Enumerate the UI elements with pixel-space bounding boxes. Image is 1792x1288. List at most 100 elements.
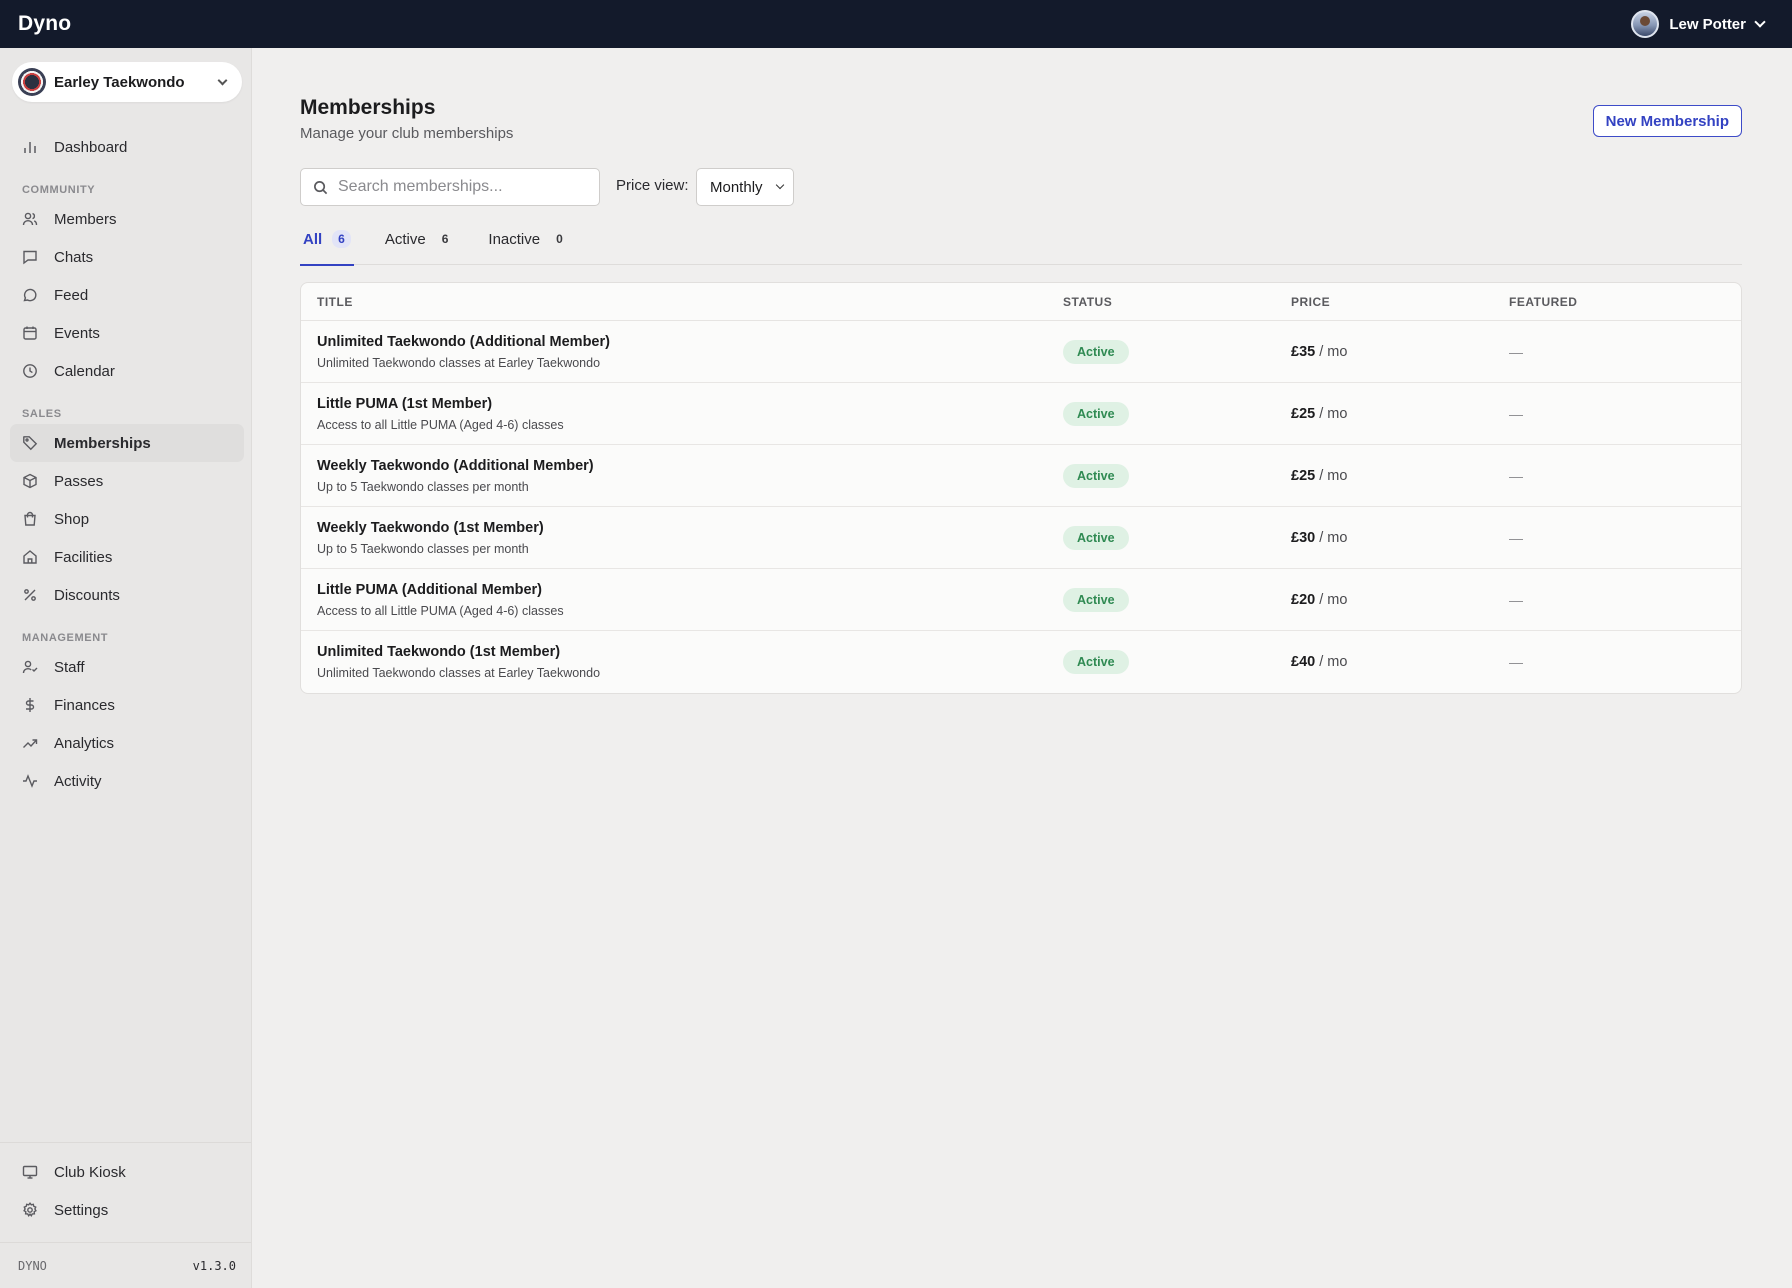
- trending-up-icon: [22, 735, 38, 751]
- percent-icon: [22, 587, 38, 603]
- column-header-title[interactable]: TITLE: [301, 295, 1063, 309]
- status-badge: Active: [1063, 339, 1129, 364]
- tab-count: 0: [556, 232, 563, 246]
- sidebar-item-feed[interactable]: Feed: [10, 276, 244, 314]
- membership-price: £20 / mo: [1291, 592, 1509, 608]
- club-logo: [18, 68, 46, 96]
- membership-description: Unlimited Taekwondo classes at Earley Ta…: [317, 355, 601, 370]
- user-menu[interactable]: Lew Potter: [1631, 10, 1774, 38]
- section-heading: COMMUNITY: [22, 184, 96, 196]
- featured-value: —: [1509, 405, 1523, 422]
- sidebar-item-club-kiosk[interactable]: Club Kiosk: [10, 1153, 244, 1191]
- sidebar-item-staff[interactable]: Staff: [10, 648, 244, 686]
- sidebar-item-passes[interactable]: Passes: [10, 462, 244, 500]
- tab-all[interactable]: All 6: [300, 230, 354, 266]
- sidebar-item-calendar[interactable]: Calendar: [10, 352, 244, 390]
- section-heading: SALES: [22, 408, 62, 420]
- user-name: Lew Potter: [1669, 15, 1746, 33]
- bar-chart-icon: [22, 139, 38, 155]
- activity-icon: [22, 773, 38, 789]
- membership-description: Access to all Little PUMA (Aged 4-6) cla…: [317, 417, 564, 432]
- price-period: / mo: [1315, 529, 1348, 546]
- sidebar-item-label: Chats: [54, 248, 94, 266]
- membership-description: Unlimited Taekwondo classes at Earley Ta…: [317, 666, 601, 680]
- tab-count: 6: [332, 230, 351, 248]
- sidebar-item-label: Shop: [54, 510, 90, 528]
- sidebar-item-label: Activity: [54, 772, 102, 790]
- column-header-status[interactable]: STATUS: [1063, 295, 1291, 309]
- sidebar-item-settings[interactable]: Settings: [10, 1191, 244, 1229]
- calendar-icon: [22, 325, 38, 341]
- price-amount: £35: [1291, 343, 1316, 360]
- sidebar-item-label: Settings: [54, 1201, 109, 1219]
- membership-title: Little PUMA (1st Member): [317, 395, 493, 412]
- search-box[interactable]: [300, 168, 600, 206]
- search-input[interactable]: [338, 178, 578, 196]
- club-switcher[interactable]: Earley Taekwondo: [12, 62, 242, 102]
- status-badge: Active: [1063, 401, 1129, 426]
- table-row[interactable]: Little PUMA (1st Member) Access to all Li…: [301, 383, 1741, 445]
- sidebar-item-finances[interactable]: Finances: [10, 686, 244, 724]
- membership-price: £25 / mo: [1291, 406, 1509, 422]
- table-row[interactable]: Little PUMA (Additional Member) Access to…: [301, 569, 1741, 631]
- membership-title: Unlimited Taekwondo (Additional Member): [317, 333, 610, 350]
- dollar-icon: [22, 697, 38, 713]
- app-logo[interactable]: Dyno: [18, 12, 71, 36]
- sidebar-item-activity[interactable]: Activity: [10, 762, 244, 800]
- featured-value: —: [1509, 654, 1523, 670]
- table-row[interactable]: Unlimited Taekwondo (Additional Member) U…: [301, 321, 1741, 383]
- chat-icon: [22, 249, 38, 265]
- status-badge: Active: [1063, 463, 1129, 488]
- tag-icon: [22, 435, 38, 451]
- sidebar-item-dashboard[interactable]: Dashboard: [10, 128, 244, 166]
- home-icon: [22, 549, 38, 565]
- tab-active[interactable]: Active 6: [382, 231, 458, 265]
- membership-description: Up to 5 Taekwondo classes per month: [317, 479, 529, 494]
- column-header-featured[interactable]: FEATURED: [1509, 295, 1741, 309]
- price-period: / mo: [1315, 591, 1348, 608]
- sidebar-item-facilities[interactable]: Facilities: [10, 538, 244, 576]
- sidebar-item-label: Finances: [54, 696, 115, 714]
- main-content: Memberships Manage your club memberships…: [252, 48, 1792, 1288]
- sidebar-item-chats[interactable]: Chats: [10, 238, 244, 276]
- chevron-down-icon: [1754, 16, 1766, 28]
- membership-price: £35 / mo: [1291, 344, 1509, 360]
- sidebar-divider: [0, 1142, 251, 1143]
- sidebar-item-label: Events: [54, 324, 100, 342]
- tab-count: 6: [441, 232, 449, 246]
- tab-label: Active: [384, 231, 426, 248]
- column-header-price[interactable]: PRICE: [1291, 295, 1509, 309]
- status-badge: Active: [1063, 650, 1129, 674]
- membership-price: £30 / mo: [1291, 530, 1509, 546]
- sidebar-item-label: Members: [54, 210, 117, 228]
- sidebar-item-label: Club Kiosk: [54, 1163, 126, 1181]
- tab-inactive[interactable]: Inactive 0: [485, 231, 571, 265]
- sidebar-item-events[interactable]: Events: [10, 314, 244, 352]
- sidebar-item-label: Passes: [54, 472, 104, 490]
- sidebar-item-analytics[interactable]: Analytics: [10, 724, 244, 762]
- sidebar-item-shop[interactable]: Shop: [10, 500, 244, 538]
- table-row[interactable]: Weekly Taekwondo (Additional Member) Up t…: [301, 445, 1741, 507]
- app-version: v1.3.0: [192, 1259, 236, 1273]
- price-amount: £40: [1291, 654, 1316, 670]
- price-amount: £25: [1291, 405, 1316, 422]
- memberships-table: TITLE STATUS PRICE FEATURED Unlimited Ta…: [300, 282, 1742, 694]
- table-row[interactable]: Weekly Taekwondo (1st Member) Up to 5 Tae…: [301, 507, 1741, 569]
- table-row[interactable]: Unlimited Taekwondo (1st Member) Unlimite…: [301, 631, 1741, 693]
- gear-icon: [22, 1202, 38, 1218]
- price-amount: £20: [1291, 591, 1316, 608]
- sidebar-item-label: Analytics: [54, 734, 115, 752]
- sidebar-item-members[interactable]: Members: [10, 200, 244, 238]
- membership-title: Weekly Taekwondo (1st Member): [317, 519, 544, 536]
- table-header: TITLE STATUS PRICE FEATURED: [301, 283, 1741, 321]
- price-view-select[interactable]: Monthly: [696, 168, 794, 206]
- chevron-down-icon: [217, 75, 228, 85]
- sidebar-item-memberships[interactable]: Memberships: [10, 424, 244, 462]
- sidebar-item-discounts[interactable]: Discounts: [10, 576, 244, 614]
- new-membership-button[interactable]: New Membership: [1592, 105, 1742, 137]
- membership-title: Unlimited Taekwondo (1st Member): [317, 644, 561, 660]
- price-amount: £30: [1291, 529, 1316, 546]
- page-subtitle: Manage your club memberships: [300, 125, 514, 142]
- featured-value: —: [1509, 591, 1523, 608]
- price-amount: £25: [1291, 467, 1316, 484]
